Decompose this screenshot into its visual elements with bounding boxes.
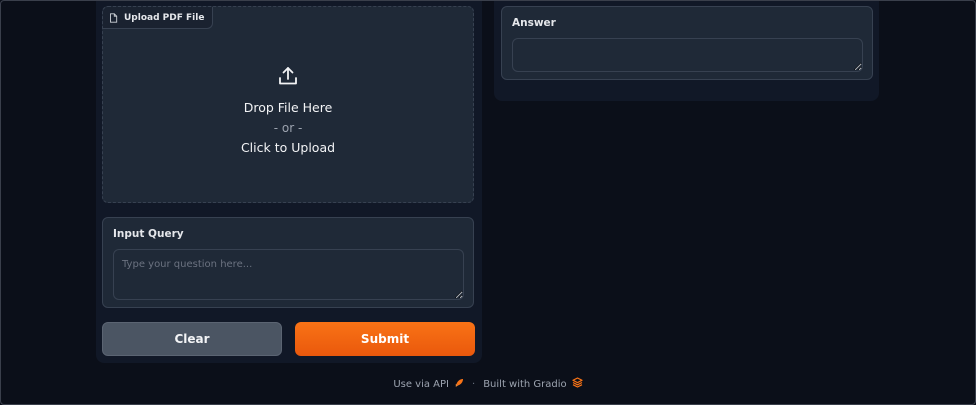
upload-label-text: Upload PDF File — [124, 12, 205, 23]
answer-label: Answer — [512, 17, 556, 29]
use-via-api-link[interactable]: Use via API — [393, 378, 464, 391]
or-separator-text: - or - — [273, 121, 303, 135]
answer-output[interactable] — [512, 38, 863, 72]
gradio-logo-icon — [572, 377, 583, 391]
drop-zone[interactable]: Drop File Here - or - Click to Upload — [103, 65, 473, 155]
built-with-gradio-text: Built with Gradio — [483, 378, 567, 390]
upload-icon — [277, 65, 299, 91]
drop-file-text: Drop File Here — [243, 100, 333, 115]
upload-block-label: Upload PDF File — [103, 7, 214, 29]
rocket-icon — [454, 378, 464, 391]
query-input[interactable] — [113, 249, 464, 300]
file-upload-block[interactable]: Upload PDF File Drop File Here - or - Cl… — [102, 6, 474, 203]
answer-block: Answer — [501, 6, 873, 80]
click-to-upload-text: Click to Upload — [240, 140, 336, 155]
clear-button[interactable]: Clear — [102, 322, 282, 356]
input-query-label: Input Query — [113, 228, 184, 240]
built-with-gradio-link[interactable]: Built with Gradio — [483, 377, 583, 391]
footer-separator: · — [472, 378, 476, 390]
footer: Use via API · Built with Gradio — [1, 377, 975, 391]
submit-button[interactable]: Submit — [295, 322, 475, 356]
app-window: Upload PDF File Drop File Here - or - Cl… — [0, 0, 976, 405]
file-icon — [109, 12, 118, 23]
input-query-block: Input Query — [102, 217, 474, 308]
use-via-api-text: Use via API — [393, 378, 449, 390]
